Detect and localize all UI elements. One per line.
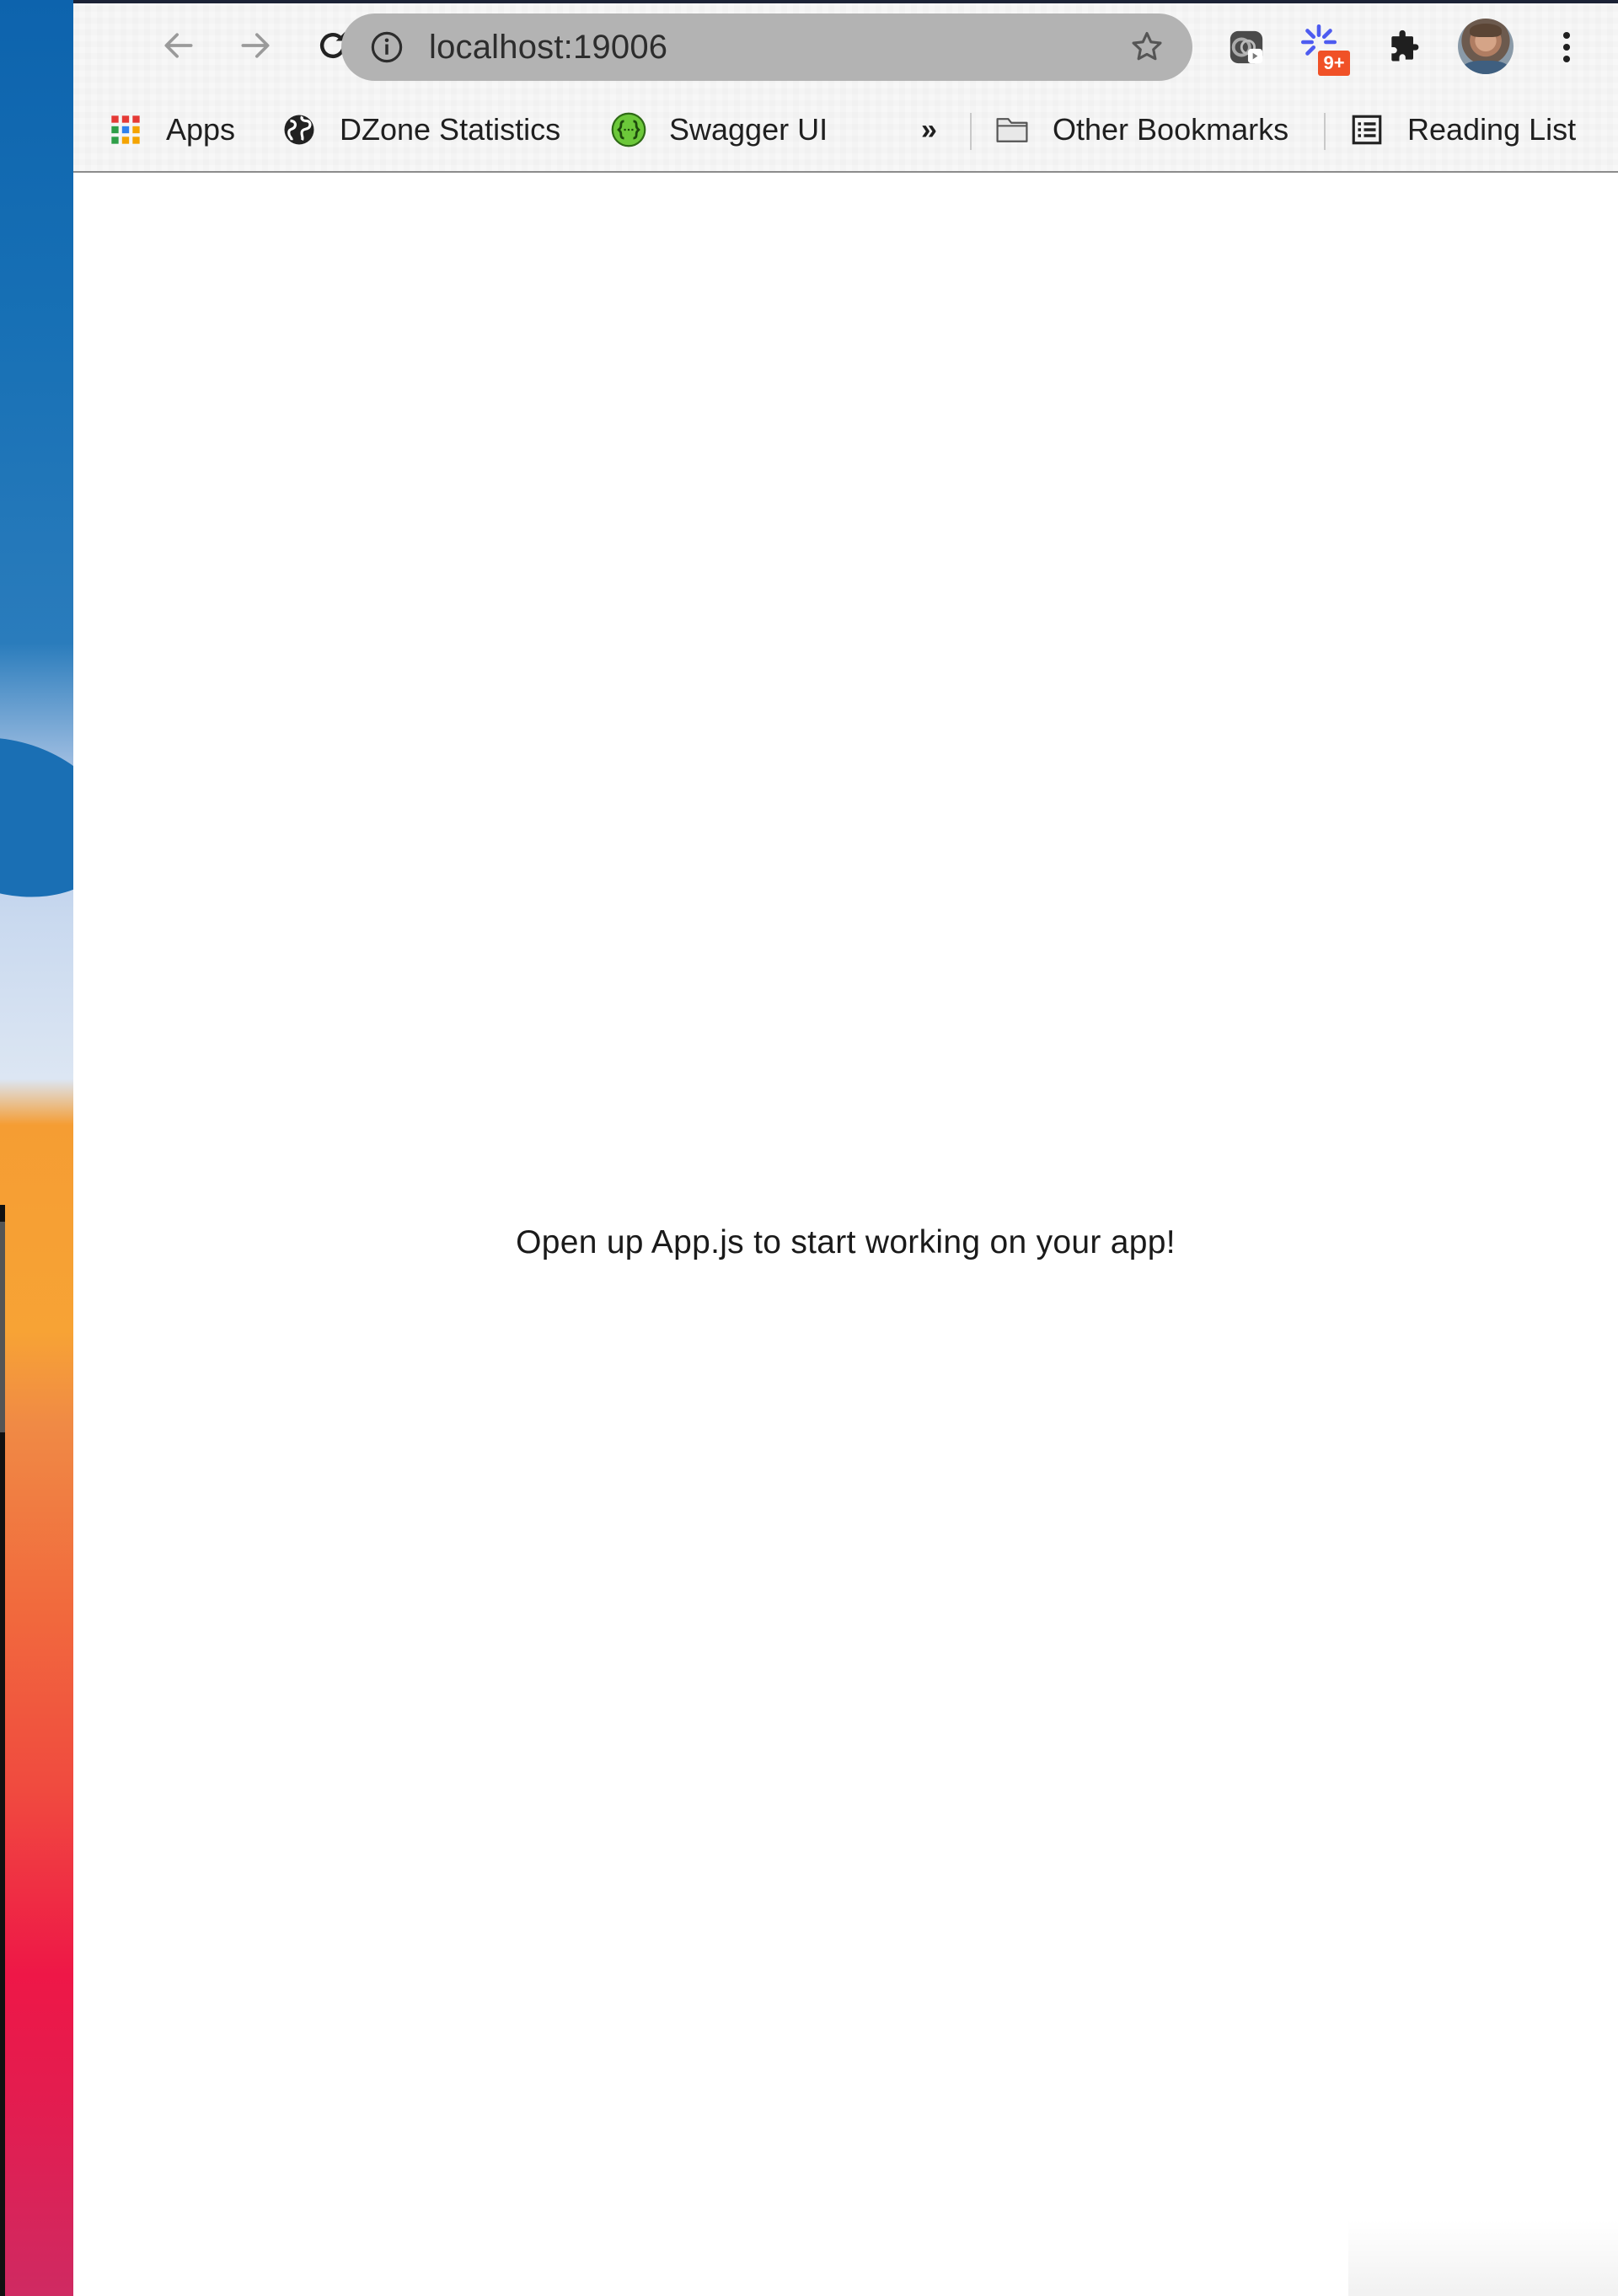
apps-grid-icon xyxy=(107,111,144,148)
browser-toolbar: 9+ xyxy=(73,0,1618,173)
profile-avatar[interactable] xyxy=(1458,19,1514,74)
app-message: Open up App.js to start working on your … xyxy=(516,1224,1176,1260)
avatar-shirt xyxy=(1463,61,1508,74)
forward-button[interactable] xyxy=(232,22,279,69)
url-input[interactable] xyxy=(427,27,1127,67)
avatar-hair xyxy=(1470,24,1502,37)
bookmark-label: DZone Statistics xyxy=(340,112,561,147)
dock-segment xyxy=(0,1222,5,1432)
bookmarks-divider xyxy=(970,113,972,150)
bookmarks-overflow-button[interactable]: » xyxy=(921,106,937,153)
kebab-menu-icon xyxy=(1562,31,1571,63)
browser-window: 9+ xyxy=(73,0,1618,2296)
desktop-wallpaper xyxy=(0,0,73,2296)
site-info-button[interactable] xyxy=(368,29,405,66)
bookmark-dzone-statistics[interactable]: DZone Statistics xyxy=(281,106,560,153)
reading-list-icon xyxy=(1348,111,1385,148)
swagger-icon xyxy=(610,111,647,148)
back-button[interactable] xyxy=(155,22,202,69)
bookmark-other-bookmarks[interactable]: Other Bookmarks xyxy=(994,106,1289,153)
arrow-left-icon xyxy=(164,33,193,58)
bookmark-label: Swagger UI xyxy=(669,112,828,147)
window-top-edge xyxy=(73,0,1618,3)
page-content: Open up App.js to start working on your … xyxy=(73,173,1618,2296)
reading-list-button[interactable]: Reading List xyxy=(1348,106,1576,153)
extensions-menu-button[interactable] xyxy=(1379,22,1429,72)
folder-icon xyxy=(994,111,1031,148)
wallpaper-curve xyxy=(0,711,73,923)
bookmarks-divider xyxy=(1324,113,1326,150)
notification-badge: 9+ xyxy=(1318,51,1350,76)
arrow-right-icon xyxy=(241,33,270,58)
bookmark-apps[interactable]: Apps xyxy=(107,106,235,153)
bookmarks-bar: Apps DZone Statistics Swagger UI » Other… xyxy=(73,99,1618,160)
info-circle-icon xyxy=(371,31,403,63)
bookmark-label: Apps xyxy=(166,112,236,147)
puzzle-icon xyxy=(1391,29,1419,62)
browser-menu-button[interactable] xyxy=(1550,25,1583,69)
extension-sunburst[interactable]: 9+ xyxy=(1298,22,1350,76)
globe-icon xyxy=(281,111,318,148)
chevron-double-right-icon: » xyxy=(921,113,937,146)
extension-screen-recorder[interactable] xyxy=(1221,22,1272,72)
dock-edge xyxy=(0,1205,5,2296)
bookmark-label: Reading List xyxy=(1407,112,1577,147)
bookmark-label: Other Bookmarks xyxy=(1053,112,1289,147)
screen-recorder-icon xyxy=(1230,30,1263,64)
bookmark-swagger-ui[interactable]: Swagger UI xyxy=(610,106,828,153)
address-bar[interactable] xyxy=(341,13,1192,81)
star-outline-icon xyxy=(1132,31,1162,61)
window-corner-shadow xyxy=(1348,2220,1618,2296)
bookmark-star-button[interactable] xyxy=(1127,27,1167,67)
